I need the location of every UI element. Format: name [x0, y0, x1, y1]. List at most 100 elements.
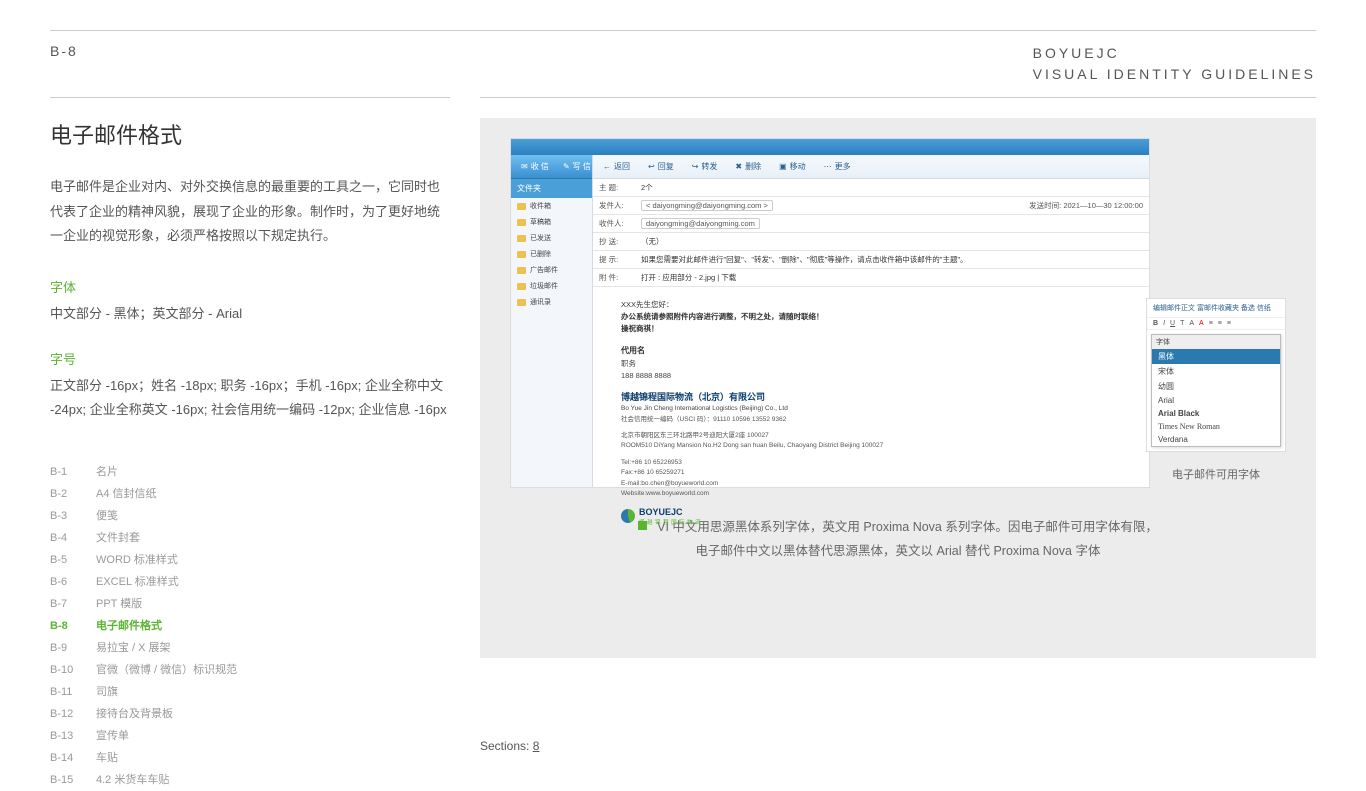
logo-text: BOYUEJC: [639, 507, 683, 517]
size-section-label: 字号: [50, 349, 450, 368]
folder-icon: [517, 251, 526, 258]
company-fax: Fax:+86 10 65259271: [621, 468, 1121, 478]
toc-item-b-3[interactable]: B-3便笺: [50, 505, 450, 527]
toc-item-b-1[interactable]: B-1名片: [50, 461, 450, 483]
folder-item[interactable]: 已删除: [511, 246, 592, 262]
signature-title: 职务: [621, 358, 1121, 370]
format-toolbar: BIUTAA≡≡≡: [1147, 318, 1285, 330]
toc-item-b-6[interactable]: B-6EXCEL 标准样式: [50, 571, 450, 593]
toc-item-b-12[interactable]: B-12接待台及背景板: [50, 703, 450, 725]
sections-count[interactable]: 8: [533, 739, 540, 753]
font-option[interactable]: 幼圆: [1152, 379, 1280, 394]
left-column: 电子邮件格式 电子邮件是企业对内、对外交换信息的最重要的工具之一，它同时也代表了…: [50, 97, 450, 791]
back-button[interactable]: ← 返回: [603, 161, 630, 172]
company-tel: Tel:+86 10 65226953: [621, 458, 1121, 468]
company-email: E-mail:bo.chen@boyueworld.com: [621, 479, 1121, 489]
toc-item-b-4[interactable]: B-4文件封套: [50, 527, 450, 549]
attach-text[interactable]: 打开 : 应用部分 - 2.jpg | 下载: [641, 272, 1143, 283]
cc-value: （无）: [641, 236, 1143, 247]
page-header: B-8 BOYUEJC VISUAL IDENTITY GUIDELINES: [50, 43, 1316, 97]
toc-item-b-13[interactable]: B-13宣传单: [50, 725, 450, 747]
font-dropdown-header: 字体: [1152, 335, 1280, 349]
tip-label: 提 示:: [599, 254, 641, 265]
toc-item-b-5[interactable]: B-5WORD 标准样式: [50, 549, 450, 571]
company-addr-en: ROOM510 DiYang Mansion No.H2 Dong san hu…: [621, 441, 1121, 451]
folder-icon: [517, 203, 526, 210]
folder-item[interactable]: 草稿箱: [511, 214, 592, 230]
font-option[interactable]: Times New Roman: [1152, 420, 1280, 433]
logo: BOYUEJC 博 越 锦 程 国 际 物 流: [621, 505, 701, 527]
logo-mark-icon: [621, 509, 635, 523]
folder-icon: [517, 267, 526, 274]
size-spec: 正文部分 -16px；姓名 -18px; 职务 -16px；手机 -16px; …: [50, 374, 450, 421]
font-section-label: 字体: [50, 277, 450, 296]
more-button[interactable]: ⋯ 更多: [824, 161, 851, 172]
toc-item-b-9[interactable]: B-9易拉宝 / X 展架: [50, 637, 450, 659]
brand-block: BOYUEJC VISUAL IDENTITY GUIDELINES: [1033, 43, 1316, 85]
toc-item-b-15[interactable]: B-154.2 米货车车贴: [50, 769, 450, 791]
body-line-2: 办公系统请参照附件内容进行调整，不明之处，请随时联络！: [621, 311, 1121, 323]
font-demo-panel: 编辑邮件正文 富邮件收藏夹 备选 信纸 BIUTAA≡≡≡ 字体 黑体宋体幼圆A…: [1146, 298, 1286, 482]
signature-phone: 188 8888 8888: [621, 370, 1121, 382]
body-line-3: 操祝商祺！: [621, 323, 1121, 335]
brand-subtitle: VISUAL IDENTITY GUIDELINES: [1033, 64, 1316, 85]
toc-item-b-2[interactable]: B-2A4 信封信纸: [50, 483, 450, 505]
font-option[interactable]: Verdana: [1152, 433, 1280, 446]
from-value: < daiyongming@daiyongming.com >: [641, 200, 1029, 211]
font-option[interactable]: 黑体: [1152, 349, 1280, 364]
move-button[interactable]: ▣ 移动: [779, 161, 806, 172]
font-option[interactable]: Arial Black: [1152, 407, 1280, 420]
sidebar-top-buttons: ✉ 收 信 ✎ 写 信: [511, 155, 592, 179]
forward-button[interactable]: ↪ 转发: [692, 161, 718, 172]
folder-item[interactable]: 广告邮件: [511, 262, 592, 278]
folder-item[interactable]: 垃圾邮件: [511, 278, 592, 294]
company-name-cn: 博越锦程国际物流（北京）有限公司: [621, 390, 1121, 404]
font-dropdown[interactable]: 字体 黑体宋体幼圆ArialArial BlackTimes New Roman…: [1151, 334, 1281, 447]
folder-item[interactable]: 收件箱: [511, 198, 592, 214]
toc-item-b-10[interactable]: B-10官微（微博 / 微信）标识规范: [50, 659, 450, 681]
figure-area: ✉ 收 信 ✎ 写 信 文件夹 收件箱草稿箱已发送已删除广告邮件垃圾邮件通讯录 …: [480, 118, 1316, 658]
company-name-en: Bo Yue Jin Cheng International Logistics…: [621, 404, 1121, 414]
folder-icon: [517, 283, 526, 290]
company-code: 社会信用统一编码（USCI 码）：91110 10596 13552 9362: [621, 415, 1121, 425]
compose-button[interactable]: ✎ 写 信: [563, 161, 591, 172]
font-option[interactable]: Arial: [1152, 394, 1280, 407]
company-web: Website:www.boyueworld.com: [621, 489, 1121, 499]
subject-value: 2个: [641, 182, 1143, 193]
folder-item[interactable]: 已发送: [511, 230, 592, 246]
font-option[interactable]: 宋体: [1152, 364, 1280, 379]
folder-icon: [517, 219, 526, 226]
delete-button[interactable]: ✖ 删除: [735, 161, 761, 172]
folder-item[interactable]: 通讯录: [511, 294, 592, 310]
tip-text: 如果您需要对此邮件进行"回复"、"转发"、"删除"、"彻底"等操作，请点击收件箱…: [641, 254, 1143, 265]
body-line-1: XXX先生您好：: [621, 299, 1121, 311]
email-body: XXX先生您好： 办公系统请参照附件内容进行调整，不明之处，请随时联络！ 操祝商…: [593, 287, 1149, 540]
sent-time: 发送时间: 2021—10—30 12:00:00: [1029, 200, 1143, 211]
email-client-mockup: ✉ 收 信 ✎ 写 信 文件夹 收件箱草稿箱已发送已删除广告邮件垃圾邮件通讯录 …: [510, 138, 1150, 488]
font-panel-caption: 电子邮件可用字体: [1146, 466, 1286, 482]
page-number: B-8: [50, 43, 78, 85]
toc-item-b-8[interactable]: B-8电子邮件格式: [50, 615, 450, 637]
receive-button[interactable]: ✉ 收 信: [521, 161, 549, 172]
brand-name: BOYUEJC: [1033, 43, 1316, 64]
toc-item-b-11[interactable]: B-11司旗: [50, 681, 450, 703]
email-sidebar: ✉ 收 信 ✎ 写 信 文件夹 收件箱草稿箱已发送已删除广告邮件垃圾邮件通讯录: [511, 155, 593, 487]
folder-icon: [517, 235, 526, 242]
folder-icon: [517, 299, 526, 306]
right-column: ✉ 收 信 ✎ 写 信 文件夹 收件箱草稿箱已发送已删除广告邮件垃圾邮件通讯录 …: [480, 97, 1316, 791]
toc-item-b-14[interactable]: B-14车贴: [50, 747, 450, 769]
editor-toolbar: 编辑邮件正文 富邮件收藏夹 备选 信纸: [1147, 299, 1285, 318]
reply-button[interactable]: ↩ 回复: [648, 161, 674, 172]
table-of-contents: B-1名片B-2A4 信封信纸B-3便笺B-4文件封套B-5WORD 标准样式B…: [50, 461, 450, 791]
intro-paragraph: 电子邮件是企业对内、对外交换信息的最重要的工具之一，它同时也代表了企业的精神风貌…: [50, 175, 450, 249]
sections-footer: Sections: 8: [480, 739, 539, 753]
attach-label: 附 件:: [599, 272, 641, 283]
toc-item-b-7[interactable]: B-7PPT 模版: [50, 593, 450, 615]
email-toolbar: ← 返回 ↩ 回复 ↪ 转发 ✖ 删除 ▣ 移动 ⋯ 更多: [593, 155, 1149, 179]
email-content: ← 返回 ↩ 回复 ↪ 转发 ✖ 删除 ▣ 移动 ⋯ 更多 主 题:2个 发件: [593, 155, 1149, 487]
font-spec: 中文部分 - 黑体；英文部分 - Arial: [50, 302, 450, 325]
page-title: 电子邮件格式: [50, 118, 450, 150]
company-addr-cn: 北京市朝阳区东三环北路甲2号迪阳大厦2座 100027: [621, 431, 1121, 441]
signature-name: 代用名: [621, 345, 1121, 358]
to-value: daiyongming@daiyongming.com: [641, 218, 1143, 229]
